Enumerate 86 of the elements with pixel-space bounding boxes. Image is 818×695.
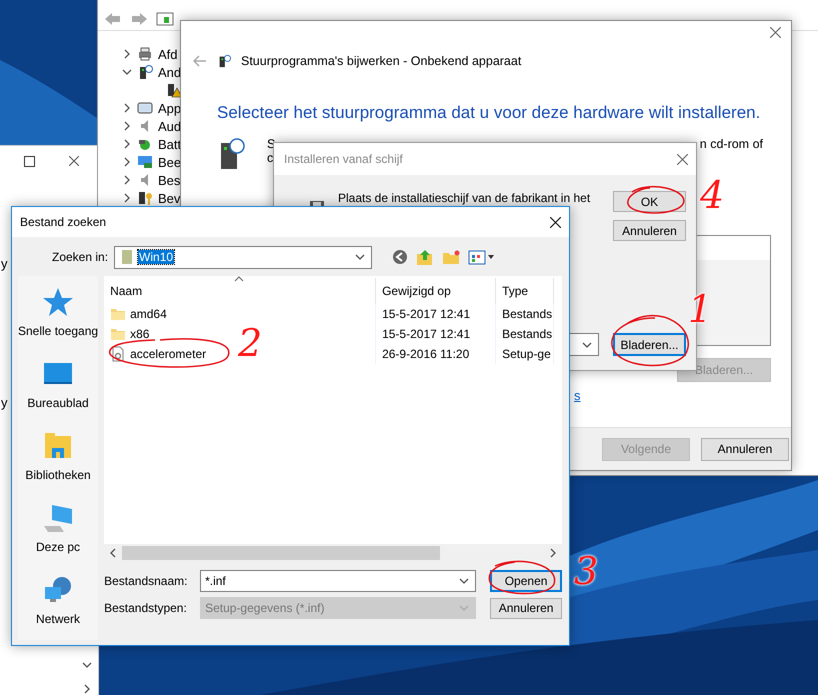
look-in-combo[interactable]: Win10 (114, 246, 372, 268)
date-cell: 15-5-2017 12:41 (376, 324, 496, 344)
tree-item[interactable]: Bes (158, 172, 180, 188)
place-item[interactable]: Bibliotheken (25, 468, 91, 482)
cancel-button[interactable]: Annuleren (490, 598, 562, 618)
up-folder-icon[interactable] (416, 248, 434, 266)
type-cell: Bestands (496, 304, 554, 324)
date-cell: 26-9-2016 11:20 (376, 344, 496, 364)
warning-device-icon (166, 82, 182, 98)
expand-chevron-icon[interactable] (122, 121, 132, 131)
new-folder-icon[interactable] (442, 249, 460, 265)
close-icon[interactable] (69, 156, 79, 166)
expand-chevron-icon[interactable] (122, 139, 132, 149)
device-help-icon (219, 137, 245, 171)
dropdown-chevron-icon[interactable] (459, 576, 470, 586)
tree-item[interactable]: Afd (158, 46, 178, 62)
tree-item[interactable]: And (158, 64, 182, 80)
expand-chevron-icon[interactable] (122, 103, 132, 113)
dropdown-chevron-icon[interactable] (355, 252, 366, 262)
device-icon (137, 100, 153, 116)
tree-item[interactable]: Aud (158, 118, 182, 134)
dropdown-chevron-icon[interactable] (582, 340, 592, 350)
scroll-down-icon[interactable] (82, 660, 92, 670)
column-header[interactable]: Type (496, 278, 554, 304)
place-item[interactable]: Deze pc (36, 540, 80, 554)
scroll-right-icon[interactable] (82, 684, 92, 694)
look-in-label: Zoeken in: (52, 250, 108, 264)
device-icon (137, 190, 153, 206)
annotation-number: 1 (688, 290, 712, 328)
text-fragment: c (267, 151, 274, 165)
setup-file-icon (110, 346, 126, 362)
close-icon[interactable] (550, 216, 561, 228)
place-icon (42, 502, 74, 534)
text-fragment: n cd-rom of (700, 137, 763, 153)
back-icon[interactable] (392, 249, 408, 265)
text-fragment: y (1, 395, 8, 410)
expand-chevron-icon[interactable] (122, 193, 132, 203)
tree-item[interactable]: Bee (158, 154, 182, 170)
place-item[interactable]: Netwerk (36, 612, 80, 626)
scroll-left-icon[interactable] (108, 548, 118, 558)
place-item[interactable]: Snelle toegang (18, 324, 98, 338)
instruction-text: Plaats de installatieschijf van de fabrikant in het (338, 191, 590, 205)
scroll-right-icon[interactable] (548, 548, 558, 558)
dialog-title: Bestand zoeken (20, 215, 108, 229)
dialog-title: Installeren vanaf schijf (284, 152, 404, 166)
file-name-label: Bestandsnaam: (104, 574, 186, 588)
browse-button[interactable]: Bladeren... (613, 333, 686, 356)
open-button[interactable]: Openen (490, 570, 562, 592)
folder-icon (121, 249, 134, 265)
expand-chevron-icon[interactable] (122, 157, 132, 167)
ok-button[interactable]: OK (613, 191, 686, 212)
type-cell: Bestands (496, 324, 554, 344)
folder-name: Win10 (138, 250, 174, 264)
expand-chevron-icon[interactable] (122, 175, 132, 185)
cancel-button[interactable]: Annuleren (613, 220, 686, 241)
expand-chevron-icon[interactable] (122, 49, 132, 59)
device-icon (137, 64, 153, 80)
folder-icon (110, 306, 126, 322)
annotation-number: 3 (574, 552, 598, 590)
tree-item[interactable]: Bev (158, 190, 180, 206)
properties-icon[interactable] (156, 10, 174, 26)
place-icon (42, 286, 74, 318)
expand-chevron-icon[interactable] (122, 67, 132, 77)
date-cell: 15-5-2017 12:41 (376, 304, 496, 324)
scrollbar-thumb[interactable] (122, 546, 440, 560)
cancel-button[interactable]: Annuleren (701, 438, 789, 460)
device-icon (217, 53, 231, 69)
wizard-heading: Selecteer het stuurprogramma dat u voor deze hardware wilt installeren. (216, 102, 762, 123)
type-cell: Setup-ge (496, 344, 554, 364)
device-icon (137, 154, 153, 170)
view-menu-icon[interactable] (468, 249, 494, 265)
file-type-label: Bestandstypen: (104, 601, 186, 615)
link[interactable]: s (574, 388, 580, 403)
device-icon (137, 46, 153, 62)
maximize-icon[interactable] (24, 156, 35, 166)
place-item[interactable]: Bureaublad (27, 396, 89, 410)
column-header[interactable]: Naam (104, 278, 376, 304)
file-name-field[interactable]: *.inf (200, 570, 476, 592)
column-header[interactable]: Gewijzigd op (376, 278, 496, 304)
annotation-number: 4 (700, 176, 724, 214)
wizard-title: Stuurprogramma's bijwerken - Onbekend apparaat (241, 54, 522, 68)
tree-item[interactable]: Batt (158, 136, 182, 152)
file-name-cell[interactable]: amd64 (104, 304, 376, 324)
folder-icon (110, 326, 126, 342)
tree-item[interactable]: App (158, 100, 182, 116)
text-fragment: y (1, 256, 8, 271)
